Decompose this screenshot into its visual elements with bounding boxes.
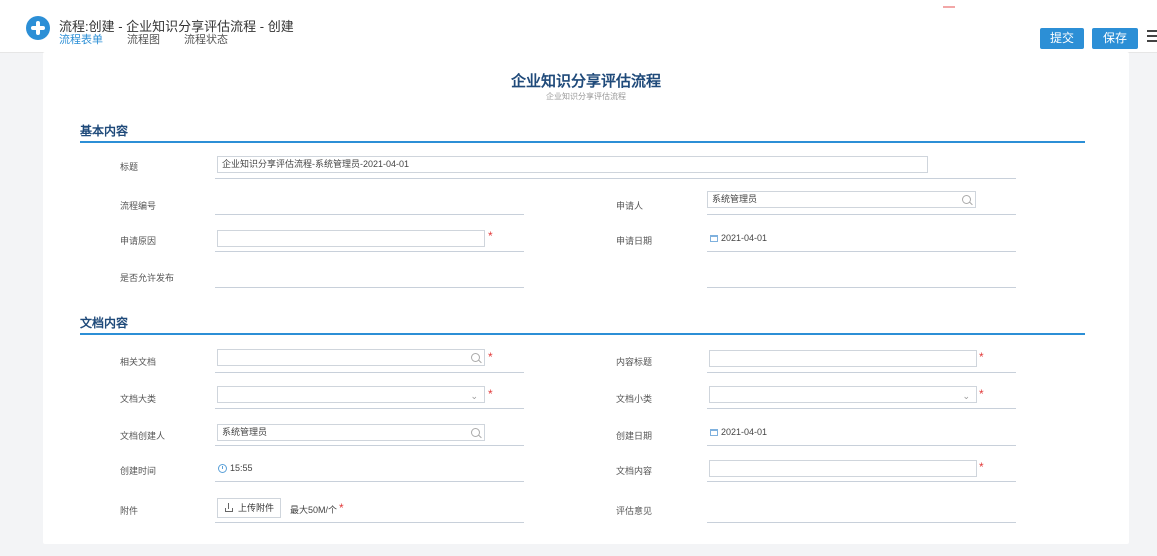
section-docs-divider <box>80 333 1085 335</box>
save-button[interactable]: 保存 <box>1092 28 1138 49</box>
content-title-input[interactable] <box>709 350 977 367</box>
creator-value: 系统管理员 <box>222 427 268 437</box>
creator-label: 文档创建人 <box>120 431 166 441</box>
required-mark: * <box>488 387 493 401</box>
content-label: 文档内容 <box>616 466 653 476</box>
title-value: 企业知识分享评估流程-系统管理员-2021-04-01 <box>222 159 410 169</box>
submit-button[interactable]: 提交 <box>1040 28 1084 49</box>
reason-label: 申请原因 <box>120 236 157 246</box>
tab-form[interactable]: 流程表单 <box>59 34 103 54</box>
upload-limit: 最大50M/个 <box>290 505 338 515</box>
applicant-value: 系统管理员 <box>712 194 758 204</box>
section-docs-title: 文档内容 <box>80 316 129 330</box>
tab-status[interactable]: 流程状态 <box>184 34 228 52</box>
upload-icon <box>225 503 233 512</box>
clock-icon <box>218 464 227 473</box>
process-no-label: 流程编号 <box>120 201 157 211</box>
creator-input[interactable]: 系统管理员 <box>217 424 485 441</box>
search-icon[interactable] <box>962 195 971 204</box>
title-input[interactable]: 企业知识分享评估流程-系统管理员-2021-04-01 <box>217 156 928 173</box>
blank-underline <box>707 287 1016 288</box>
top-bar: 流程:创建 - 企业知识分享评估流程 - 创建 流程表单 流程图 流程状态 提交… <box>0 0 1157 54</box>
create-time-value: 15:55 <box>230 463 253 473</box>
content-title-underline <box>707 372 1016 373</box>
section-basic-title: 基本内容 <box>80 124 129 138</box>
tab-bar: 流程表单 流程图 流程状态 <box>59 34 252 54</box>
apply-date-label: 申请日期 <box>616 236 653 246</box>
content-title-label: 内容标题 <box>616 357 653 367</box>
reason-underline <box>215 251 524 252</box>
allow-publish-underline <box>215 287 524 288</box>
chevron-down-icon[interactable]: ⌄ <box>962 389 970 404</box>
search-icon[interactable] <box>471 353 480 362</box>
opinion-underline <box>707 522 1016 523</box>
attachment-label: 附件 <box>120 506 139 516</box>
required-mark: * <box>488 229 493 243</box>
required-mark: * <box>979 387 984 401</box>
category-underline <box>215 408 524 409</box>
category-select[interactable]: ⌄ <box>217 386 485 403</box>
create-time-underline <box>215 481 524 482</box>
related-doc-input[interactable] <box>217 349 485 366</box>
create-date-label: 创建日期 <box>616 431 653 441</box>
calendar-icon <box>710 429 718 436</box>
required-mark: * <box>339 501 344 515</box>
upload-label: 上传附件 <box>238 503 275 513</box>
app-logo-icon <box>26 16 50 40</box>
reason-input[interactable] <box>217 230 485 247</box>
title-underline <box>215 178 1016 179</box>
attachment-underline <box>215 522 524 523</box>
create-date-underline <box>707 445 1016 446</box>
section-basic-divider <box>80 141 1085 143</box>
form-title: 企业知识分享评估流程 <box>510 73 661 90</box>
required-mark: * <box>488 350 493 364</box>
allow-publish-label: 是否允许发布 <box>120 273 175 283</box>
apply-date-value: 2021-04-01 <box>721 233 768 243</box>
creator-underline <box>215 445 524 446</box>
applicant-input[interactable]: 系统管理员 <box>707 191 976 208</box>
tab-flowchart[interactable]: 流程图 <box>127 34 160 52</box>
related-doc-label: 相关文档 <box>120 357 157 367</box>
search-icon[interactable] <box>471 428 480 437</box>
form-card: 企业知识分享评估流程 企业知识分享评估流程 基本内容 标题 企业知识分享评估流程… <box>43 52 1129 544</box>
applicant-underline <box>707 214 1016 215</box>
subcategory-label: 文档小类 <box>616 394 653 404</box>
decorative-dash <box>943 6 955 8</box>
chevron-down-icon[interactable]: ⌄ <box>470 389 478 404</box>
title-label: 标题 <box>120 162 139 172</box>
opinion-label: 评估意见 <box>616 506 653 516</box>
content-input[interactable] <box>709 460 977 477</box>
create-date-value: 2021-04-01 <box>721 427 768 437</box>
subcategory-select[interactable]: ⌄ <box>709 386 977 403</box>
form-subtitle: 企业知识分享评估流程 <box>546 92 626 101</box>
apply-date-underline <box>707 251 1016 252</box>
required-mark: * <box>979 460 984 474</box>
category-label: 文档大类 <box>120 394 157 404</box>
process-no-underline <box>215 214 524 215</box>
create-time-label: 创建时间 <box>120 466 157 476</box>
applicant-label: 申请人 <box>616 201 644 211</box>
content-underline <box>707 481 1016 482</box>
calendar-icon <box>710 235 718 242</box>
required-mark: * <box>979 350 984 364</box>
related-doc-underline <box>215 372 524 373</box>
upload-button[interactable]: 上传附件 <box>217 498 282 518</box>
subcategory-underline <box>707 408 1016 409</box>
menu-icon[interactable] <box>1147 30 1157 46</box>
window-title: 流程:创建 - 企业知识分享评估流程 - 创建 <box>59 19 294 34</box>
